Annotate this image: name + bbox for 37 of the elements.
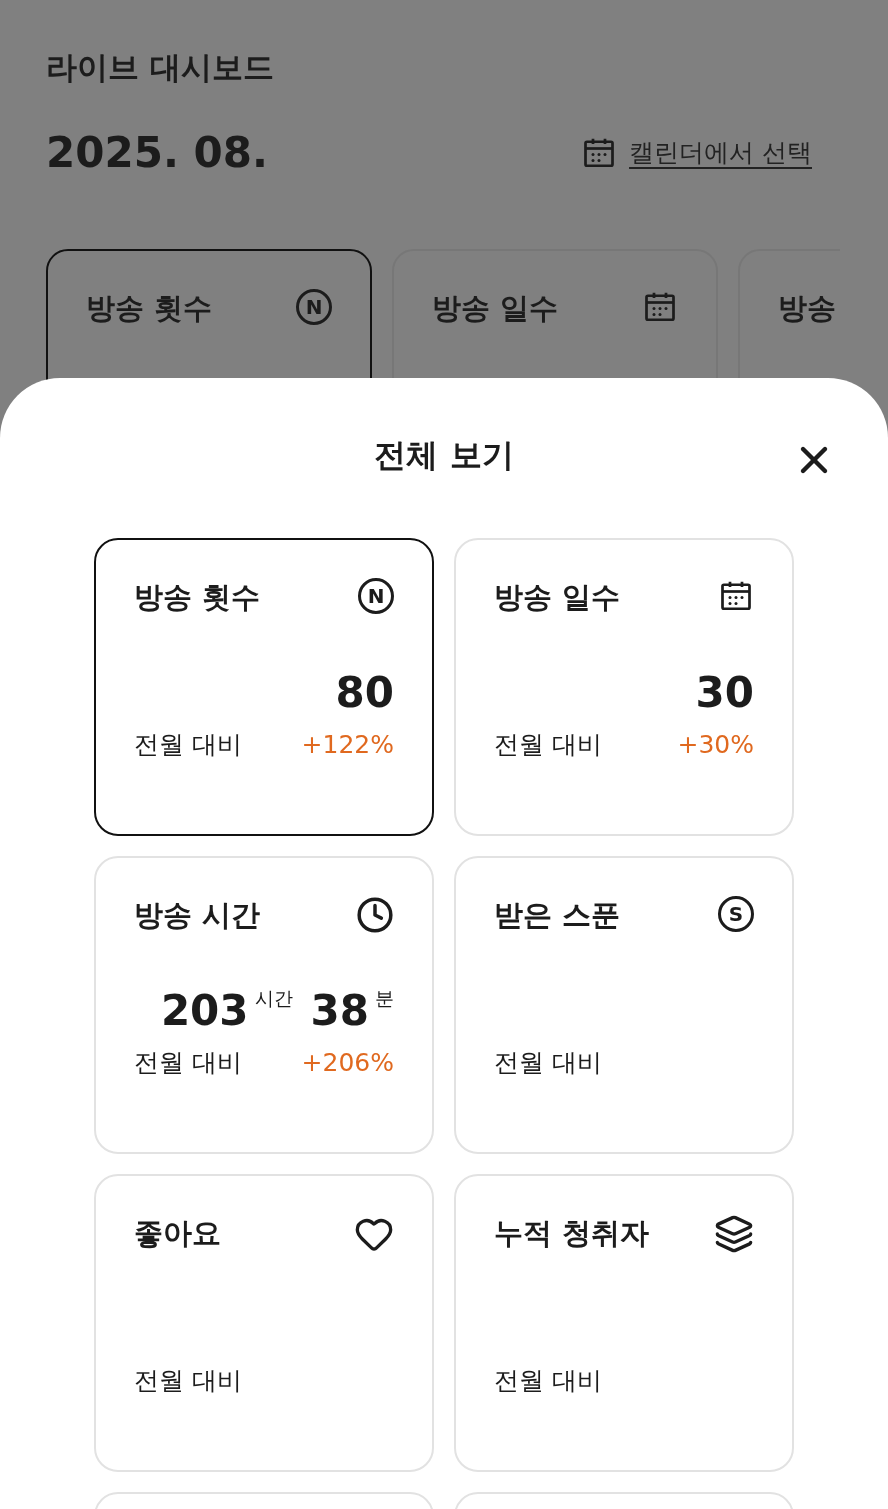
metric-value: 38 (310, 990, 369, 1032)
metric-card[interactable]: 방송 일수 30 전월 대비 +30% (454, 538, 794, 836)
unit-label: 분 (375, 986, 394, 1011)
card-title: 좋아요 (134, 1215, 221, 1252)
metric-card[interactable]: 누적 청취자 전월 대비 (454, 1174, 794, 1472)
card-title: 방송 일수 (494, 579, 621, 616)
letter-icon: N (358, 578, 394, 614)
unit-label: 시간 (254, 986, 293, 1011)
card-title: 받은 스푼 (494, 897, 621, 934)
metric-value: 30 (695, 672, 754, 714)
letter-icon: N (296, 289, 332, 325)
month-label: 2025. 08. (46, 128, 268, 177)
card-title: 방송 시간 (134, 897, 261, 934)
compare-label: 전월 대비 (134, 729, 242, 761)
compare-label: 전월 대비 (134, 1365, 242, 1397)
card-title: 누적 청취자 (494, 1215, 650, 1252)
clock-icon (356, 896, 394, 934)
layers-icon (714, 1214, 754, 1254)
page-title: 라이브 대시보드 (46, 48, 275, 87)
compare-label: 전월 대비 (494, 1365, 602, 1397)
compare-label: 전월 대비 (134, 1047, 242, 1079)
metric-card[interactable]: 방송 횟수 N 80 전월 대비 +122% (94, 538, 434, 836)
metric-card[interactable]: 좋아요 전월 대비 (94, 1174, 434, 1472)
change-value: +30% (677, 730, 754, 759)
letter-icon: S (718, 896, 754, 932)
change-value: +206% (301, 1048, 394, 1077)
compare-label: 전월 대비 (494, 1047, 602, 1079)
compare-label: 전월 대비 (494, 729, 602, 761)
card-title: 방송 횟수 (86, 290, 213, 327)
card-title: 방송 일수 (432, 290, 559, 327)
metric-card[interactable]: 받은 스푼 S 전월 대비 (454, 856, 794, 1154)
card-title: 방송 (778, 290, 836, 327)
calendar-link[interactable]: 캘린더에서 선택 (581, 134, 812, 171)
metric-value: 80 (335, 672, 394, 714)
card-title: 방송 횟수 (134, 579, 261, 616)
change-value: +122% (301, 730, 394, 759)
metric-value: 203 (160, 990, 249, 1032)
